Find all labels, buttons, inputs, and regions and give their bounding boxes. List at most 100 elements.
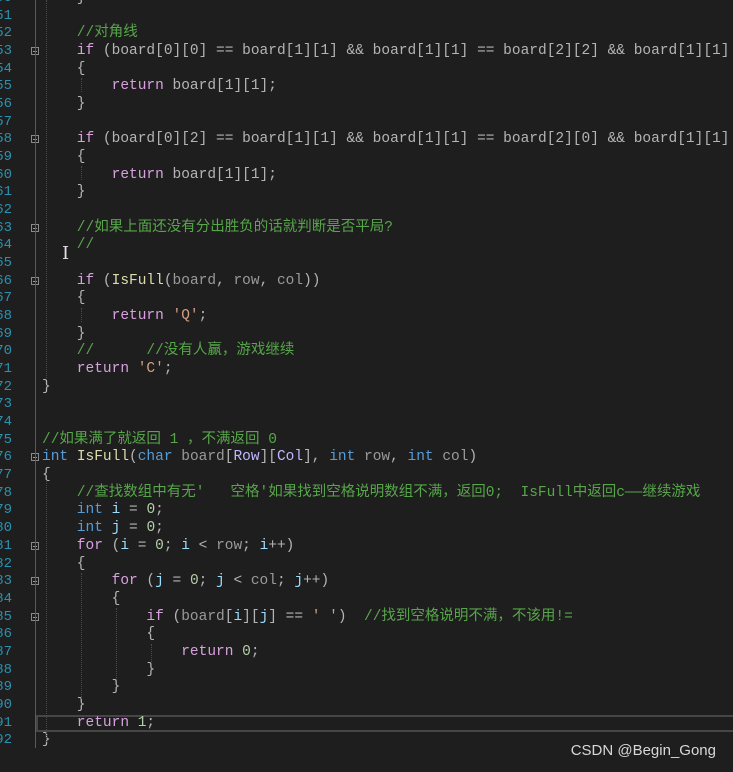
code-line[interactable]: 75 //如果满了就返回 1 ，不满返回 0: [0, 432, 733, 450]
token-fn: IsFull: [76, 449, 130, 466]
line-number: 81: [0, 537, 12, 554]
code-text: // //没有人赢，游戏继续: [42, 343, 295, 361]
token-cm: //查找数组中有无' 空格'如果找到空格说明数组不满，返回0; IsFull中返…: [42, 484, 701, 501]
code-line[interactable]: 55 return board[1][1];: [0, 78, 733, 96]
code-text: {: [42, 626, 155, 644]
code-line[interactable]: 58 if (board[0][2] == board[1][1] && boa…: [0, 131, 733, 149]
code-line[interactable]: 78 //查找数组中有无' 空格'如果找到空格说明数组不满，返回0; IsFul…: [0, 485, 733, 503]
line-number: 83: [0, 573, 12, 590]
code-line[interactable]: 64 //: [0, 237, 733, 255]
token-p: {: [42, 555, 86, 572]
code-line[interactable]: 54 {: [0, 61, 733, 79]
indent-guide: [46, 0, 47, 380]
token-ctl: if: [42, 272, 95, 289]
code-line[interactable]: 52 //对角线: [0, 25, 733, 43]
code-line[interactable]: 89 }: [0, 679, 733, 697]
code-line[interactable]: 84 {: [0, 591, 733, 609]
code-line[interactable]: 74: [0, 414, 733, 432]
code-line[interactable]: 56 }: [0, 96, 733, 114]
token-str: 'Q': [172, 308, 199, 325]
token-p: (: [163, 272, 173, 289]
token-ctl: if: [42, 608, 164, 625]
code-line[interactable]: 73: [0, 396, 733, 414]
code-text: //如果上面还没有分出胜负的话就判断是否平局?: [42, 220, 393, 238]
token-p: ): [468, 449, 478, 466]
code-editor[interactable]: 50 }5152 //对角线53 if (board[0][0] == boar…: [0, 0, 733, 750]
token-kw: int: [42, 502, 103, 519]
code-line[interactable]: 79 int i = 0;: [0, 502, 733, 520]
line-number: 77: [0, 467, 12, 484]
code-line[interactable]: 91 return 1;: [0, 714, 733, 733]
token-p: [173, 449, 182, 465]
code-line[interactable]: 66 if (IsFull(board, row, col)): [0, 273, 733, 291]
line-number: 89: [0, 679, 12, 696]
code-line[interactable]: 57: [0, 114, 733, 132]
token-p: }: [42, 696, 86, 713]
line-number: 79: [0, 502, 12, 519]
line-number: 72: [0, 378, 12, 395]
token-p: ;: [250, 643, 260, 660]
code-line[interactable]: 51: [0, 8, 733, 26]
token-p: [129, 361, 138, 377]
code-line[interactable]: 61 }: [0, 184, 733, 202]
code-line[interactable]: 86 {: [0, 626, 733, 644]
code-text: }: [42, 96, 86, 114]
code-line[interactable]: 67 {: [0, 290, 733, 308]
code-line[interactable]: 70 // //没有人赢，游戏继续: [0, 343, 733, 361]
code-line[interactable]: 53 if (board[0][0] == board[1][1] && boa…: [0, 43, 733, 61]
token-p: (: [94, 272, 112, 289]
token-p: <: [189, 537, 217, 554]
code-text: {: [42, 149, 86, 167]
line-number: 78: [0, 484, 12, 501]
code-line[interactable]: 80 int j = 0;: [0, 520, 733, 538]
token-var: i: [181, 537, 190, 554]
code-line[interactable]: 59 {: [0, 149, 733, 167]
code-line[interactable]: 71 return 'C';: [0, 361, 733, 379]
token-mac: Row: [233, 449, 260, 466]
code-line[interactable]: 87 return 0;: [0, 644, 733, 662]
code-line[interactable]: 60 return board[1][1];: [0, 167, 733, 185]
indent-guide: [81, 166, 82, 180]
token-prm: col: [276, 272, 304, 289]
token-p: =: [163, 573, 190, 590]
code-line[interactable]: 69 }: [0, 326, 733, 344]
code-text: int IsFull(char board[Row][Col], int row…: [42, 449, 477, 467]
code-line[interactable]: 65: [0, 255, 733, 273]
line-number: 75: [0, 431, 12, 448]
line-number: 62: [0, 202, 12, 219]
token-fn: IsFull: [111, 272, 164, 289]
code-line[interactable]: 81 for (i = 0; i < row; i++): [0, 538, 733, 556]
line-number: 56: [0, 96, 12, 113]
code-text: }: [42, 697, 86, 715]
code-text: int j = 0;: [42, 520, 164, 538]
line-number: 51: [0, 7, 12, 24]
indent-guide: [116, 608, 117, 680]
token-kw: int: [42, 520, 103, 537]
code-line[interactable]: 68 return 'Q';: [0, 308, 733, 326]
code-text: }: [42, 0, 86, 8]
code-line[interactable]: 77{: [0, 467, 733, 485]
token-p: ;: [276, 573, 295, 590]
code-line[interactable]: 63 //如果上面还没有分出胜负的话就判断是否平局?: [0, 220, 733, 238]
line-number: 70: [0, 343, 12, 360]
indent-guide: [151, 644, 152, 662]
token-p: }: [42, 661, 156, 678]
line-number: 76: [0, 449, 12, 466]
code-line[interactable]: 83 for (j = 0; j < col; j++): [0, 573, 733, 591]
code-text: //对角线: [42, 25, 138, 43]
code-line[interactable]: 62: [0, 202, 733, 220]
token-prm: board: [181, 608, 225, 625]
token-str: ' ': [311, 608, 338, 625]
code-line[interactable]: 85 if (board[i][j] == ' ') //找到空格说明不满，不该…: [0, 609, 733, 627]
token-p: (: [137, 573, 156, 590]
code-text: //查找数组中有无' 空格'如果找到空格说明数组不满，返回0; IsFull中返…: [42, 484, 701, 503]
code-line[interactable]: 88 }: [0, 662, 733, 680]
code-text: //如果满了就返回 1 ，不满返回 0: [42, 432, 277, 450]
code-line[interactable]: 90 }: [0, 697, 733, 715]
code-text: {: [42, 290, 86, 308]
token-var: i: [120, 537, 130, 554]
code-line[interactable]: 82 {: [0, 556, 733, 574]
code-line[interactable]: 72}: [0, 379, 733, 397]
code-line[interactable]: 76 int IsFull(char board[Row][Col], int r…: [0, 449, 733, 467]
code-line[interactable]: 50 }: [0, 0, 733, 8]
